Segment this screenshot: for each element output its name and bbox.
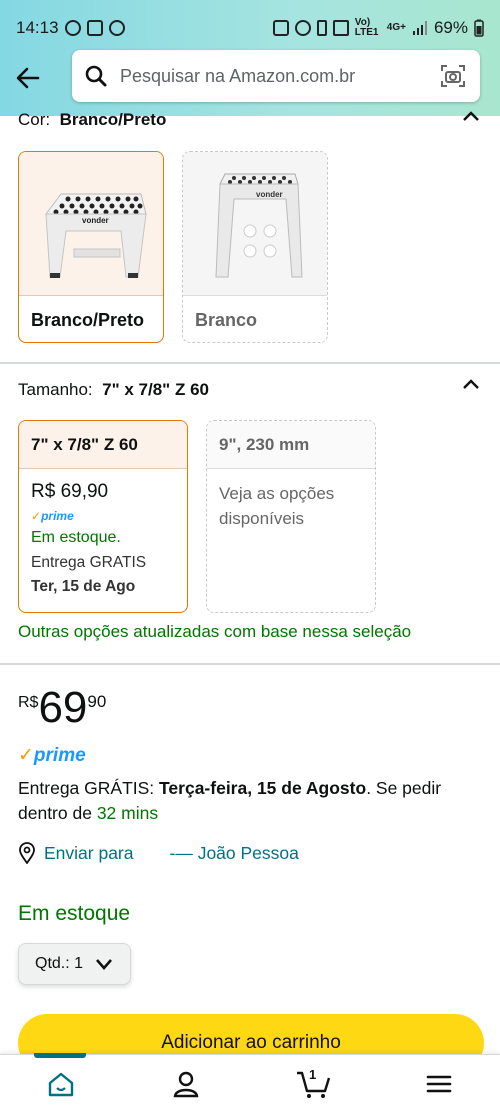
section-divider <box>0 663 500 665</box>
price-cents: 90 <box>87 692 107 711</box>
alarm-icon <box>294 20 311 36</box>
ship-to-location: -— João Pessoa <box>169 842 299 863</box>
color-option-branco-preto[interactable]: vonder Branco/Preto <box>18 151 164 343</box>
delivery-date: Ter, 15 de Ago <box>31 578 136 595</box>
color-label: Cor: <box>18 110 51 129</box>
location-pin-icon <box>19 842 35 864</box>
selection-update-note: Outras opções atualizadas com base nessa… <box>18 622 412 641</box>
size-option-price: R$ 69,90 <box>31 481 109 502</box>
color-option-label: Branco/Preto <box>31 309 145 330</box>
mute-icon <box>332 20 349 36</box>
cart-count: 1 <box>309 1067 317 1082</box>
active-tab-indicator <box>34 1053 86 1058</box>
network-label: 4G+ <box>386 22 406 33</box>
quantity-dropdown[interactable]: Qtd.: 1 <box>18 943 131 985</box>
size-option-delivery: Entrega GRATIS Ter, 15 de Ago <box>31 551 175 599</box>
prime-check-icon: ✓ <box>31 509 42 523</box>
bluetooth-icon <box>316 20 327 36</box>
cart-nav-button[interactable]: 1 <box>296 1067 332 1099</box>
prime-label: prime <box>41 509 74 523</box>
color-option-label: Branco <box>195 309 258 330</box>
svg-text:vonder: vonder <box>82 216 109 225</box>
stock-status: Em estoque <box>18 902 131 925</box>
account-icon[interactable] <box>171 1069 201 1099</box>
delivery-date: Terça-feira, 15 de Agosto <box>159 778 367 798</box>
size-selector-header: Tamanho: 7" x 7/8" Z 60 <box>18 380 209 400</box>
battery-level: 69% <box>433 18 468 37</box>
stool-image: vonder <box>215 173 303 277</box>
price-integer: 69 <box>38 683 88 732</box>
size-selected-value: 7" x 7/8" Z 60 <box>102 380 209 399</box>
size-option-7in[interactable]: 7" x 7/8" Z 60 R$ 69,90 ✓prime Em estoqu… <box>18 420 188 613</box>
bottom-navigation: 1 <box>0 1053 500 1111</box>
top-bar: 14:13 Vo) LTE1 4G+ 69% Pesquisar na Amaz… <box>0 0 500 116</box>
search-icon <box>85 65 107 87</box>
back-arrow-icon[interactable] <box>12 62 44 94</box>
notification-b-icon <box>64 20 81 36</box>
volte-label: Vo) LTE1 <box>354 17 379 38</box>
color-option-branco[interactable]: vonder Branco <box>182 151 328 343</box>
battery-icon <box>474 19 484 37</box>
menu-icon[interactable] <box>424 1069 454 1099</box>
size-collapse-chevron-icon[interactable] <box>462 378 480 390</box>
prime-check-icon: ✓ <box>18 745 34 766</box>
size-label: Tamanho: <box>18 380 93 399</box>
delivery-countdown: 32 mins <box>96 803 159 823</box>
prime-logo: ✓prime <box>18 744 86 767</box>
camera-search-icon[interactable] <box>440 63 466 89</box>
ship-to-label: Enviar para <box>44 842 134 863</box>
size-option-label: 9", 230 mm <box>207 421 375 469</box>
size-option-stock: Em estoque. <box>31 529 121 546</box>
chevron-down-icon <box>96 959 113 970</box>
status-time: 14:13 <box>16 18 59 37</box>
quantity-label: Qtd.: <box>35 955 70 972</box>
home-icon[interactable] <box>46 1069 76 1099</box>
search-input[interactable]: Pesquisar na Amazon.com.br <box>120 66 440 87</box>
app-notification-icon <box>108 20 125 36</box>
prime-badge: ✓prime <box>31 509 175 523</box>
shield-icon <box>86 20 103 36</box>
media-icon <box>272 20 289 36</box>
price-currency: R$ <box>18 694 39 711</box>
stool-image: vonder <box>45 193 147 278</box>
ship-to-link[interactable]: Enviar para -— João Pessoa <box>18 842 299 864</box>
delivery-prefix: Entrega GRÁTIS: <box>18 778 160 798</box>
section-divider <box>0 362 500 364</box>
signal-icon <box>412 21 427 35</box>
size-option-note: Veja as opções disponíveis <box>219 484 335 528</box>
delivery-prefix: Entrega GRATIS <box>31 554 147 571</box>
stool-image-white: vonder <box>183 152 327 296</box>
color-selected-value: Branco/Preto <box>59 110 167 129</box>
svg-text:vonder: vonder <box>256 190 283 199</box>
color-selector-header: Cor: Branco/Preto <box>18 110 482 130</box>
prime-label: prime <box>33 745 86 766</box>
color-collapse-chevron-icon[interactable] <box>462 110 480 122</box>
quantity-value: 1 <box>74 955 84 972</box>
size-option-9in[interactable]: 9", 230 mm Veja as opções disponíveis <box>206 420 376 613</box>
status-bar: 14:13 Vo) LTE1 4G+ 69% <box>16 14 484 42</box>
delivery-info: Entrega GRÁTIS: Terça-feira, 15 de Agost… <box>18 776 482 826</box>
size-option-label: 7" x 7/8" Z 60 <box>19 421 187 469</box>
stool-image-black-white: vonder <box>19 152 163 296</box>
search-bar[interactable]: Pesquisar na Amazon.com.br <box>72 50 480 102</box>
main-price: R$ 69 90 <box>18 682 106 734</box>
